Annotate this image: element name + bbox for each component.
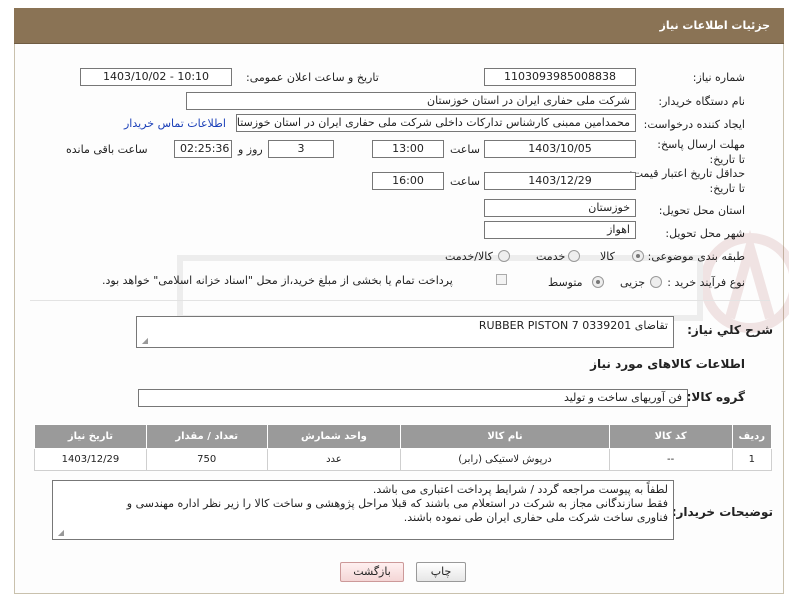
separator — [30, 300, 770, 301]
buyer-notes-label: توضیحات خریدار: — [671, 505, 773, 519]
col-quantity: تعداد / مقدار — [145, 424, 268, 449]
process-option-medium: متوسط — [548, 276, 583, 289]
days-field: 3 — [268, 140, 334, 158]
contact-buyer-link[interactable]: اطلاعات تماس خریدار — [124, 117, 226, 130]
remaining-label: ساعت باقی مانده — [66, 143, 148, 156]
print-button[interactable]: چاپ — [416, 562, 466, 582]
page-title: جزئیات اطلاعات نیاز — [659, 19, 771, 32]
announce-field: 1403/10/02 - 10:10 — [80, 68, 232, 86]
need-number-label: شماره نیاز: — [692, 71, 745, 84]
goods-table: ردیف کد کالا نام کالا واحد شمارش تعداد /… — [34, 424, 773, 471]
goods-group-label: گروه کالا: — [686, 390, 745, 404]
header-bar: جزئیات اطلاعات نیاز — [14, 8, 784, 44]
col-unit: واحد شمارش — [266, 424, 402, 449]
treasury-payment-checkbox[interactable] — [496, 274, 507, 285]
table-header-row: ردیف کد کالا نام کالا واحد شمارش تعداد /… — [34, 424, 773, 449]
category-option-goods-service: کالا/خدمت — [445, 250, 493, 263]
treasury-payment-note: پرداخت تمام یا بخشی از مبلغ خرید،از محل … — [102, 274, 453, 287]
summary-label: شرح کلي نياز: — [687, 323, 773, 337]
table-row: 1 -- درپوش لاستیکی (رابر) عدد 750 1403/1… — [34, 448, 773, 471]
buyer-label: نام دستگاه خریدار: — [658, 95, 745, 108]
buyer-notes-line-1: لطفاً به پیوست مراجعه گردد / شرایط پرداخ… — [372, 483, 668, 496]
summary-text: تقاضای RUBBER PISTON 7 0339201 — [478, 319, 668, 332]
goods-group-field: فن آوریهای ساخت و تولید — [138, 389, 688, 407]
creator-field: محمدامین ممبنی کارشناس تدارکات داخلی شرک… — [236, 114, 636, 132]
buyer-notes-line-3: فناوری ساخت شرکت ملی حفاری ایران طی نمود… — [403, 511, 668, 524]
price-validity-label: حداقل تاریخ اعتبار قیمت: تا تاریخ: — [629, 167, 745, 195]
announce-label: تاریخ و ساعت اعلان عمومی: — [246, 71, 379, 84]
summary-textarea[interactable]: تقاضای RUBBER PISTON 7 0339201 ◢ — [136, 316, 674, 348]
remaining-time-field: 02:25:36 — [174, 140, 232, 158]
buyer-field: شرکت ملی حفاری ایران در استان خوزستان — [186, 92, 636, 110]
category-option-service: خدمت — [536, 250, 566, 263]
goods-info-title: اطلاعات کالاهای مورد نیاز — [590, 357, 745, 371]
category-radio-goods[interactable] — [632, 250, 644, 262]
buyer-notes-textarea[interactable]: لطفاً به پیوست مراجعه گردد / شرایط پرداخ… — [52, 480, 674, 540]
col-need-date: تاریخ نیاز — [34, 424, 147, 449]
reply-deadline-label: مهلت ارسال پاسخ: تا تاریخ: — [657, 138, 745, 166]
reply-time-field: 13:00 — [372, 140, 444, 158]
city-field: اهواز — [484, 221, 636, 239]
reply-time-label: ساعت — [450, 143, 480, 156]
resize-grip-icon[interactable]: ◢ — [140, 337, 148, 345]
col-code: کد کالا — [608, 424, 733, 449]
cell-row: 1 — [731, 448, 773, 471]
province-field: خوزستان — [484, 199, 636, 217]
province-label: استان محل تحویل: — [658, 204, 745, 217]
category-radio-service[interactable] — [568, 250, 580, 262]
city-label: شهر محل تحویل: — [665, 227, 745, 240]
cell-code: -- — [608, 448, 733, 471]
need-number-field: 1103093985008838 — [484, 68, 636, 86]
col-row: ردیف — [731, 424, 773, 449]
category-label: طبقه بندی موضوعی: — [647, 250, 745, 263]
process-option-minor: جزیی — [620, 276, 646, 289]
resize-grip-icon[interactable]: ◢ — [56, 529, 64, 537]
buyer-notes-line-2: فقط سازندگانی مجاز به شرکت در استعلام می… — [126, 497, 668, 510]
col-name: نام کالا — [400, 424, 610, 449]
price-date-field: 1403/12/29 — [484, 172, 636, 190]
cell-name: درپوش لاستیکی (رابر) — [400, 448, 610, 471]
back-button[interactable]: بازگشت — [340, 562, 404, 582]
cell-unit: عدد — [266, 448, 402, 471]
category-radio-goods-service[interactable] — [498, 250, 510, 262]
creator-label: ایجاد کننده درخواست: — [643, 118, 745, 131]
price-time-label: ساعت — [450, 175, 480, 188]
price-time-field: 16:00 — [372, 172, 444, 190]
cell-quantity: 750 — [145, 448, 268, 471]
reply-date-field: 1403/10/05 — [484, 140, 636, 158]
process-label: نوع فرآیند خرید : — [667, 276, 745, 289]
cell-need-date: 1403/12/29 — [34, 448, 147, 471]
days-label: روز و — [238, 143, 263, 156]
category-option-goods: کالا — [600, 250, 615, 263]
process-radio-medium[interactable] — [592, 276, 604, 288]
process-radio-minor[interactable] — [650, 276, 662, 288]
